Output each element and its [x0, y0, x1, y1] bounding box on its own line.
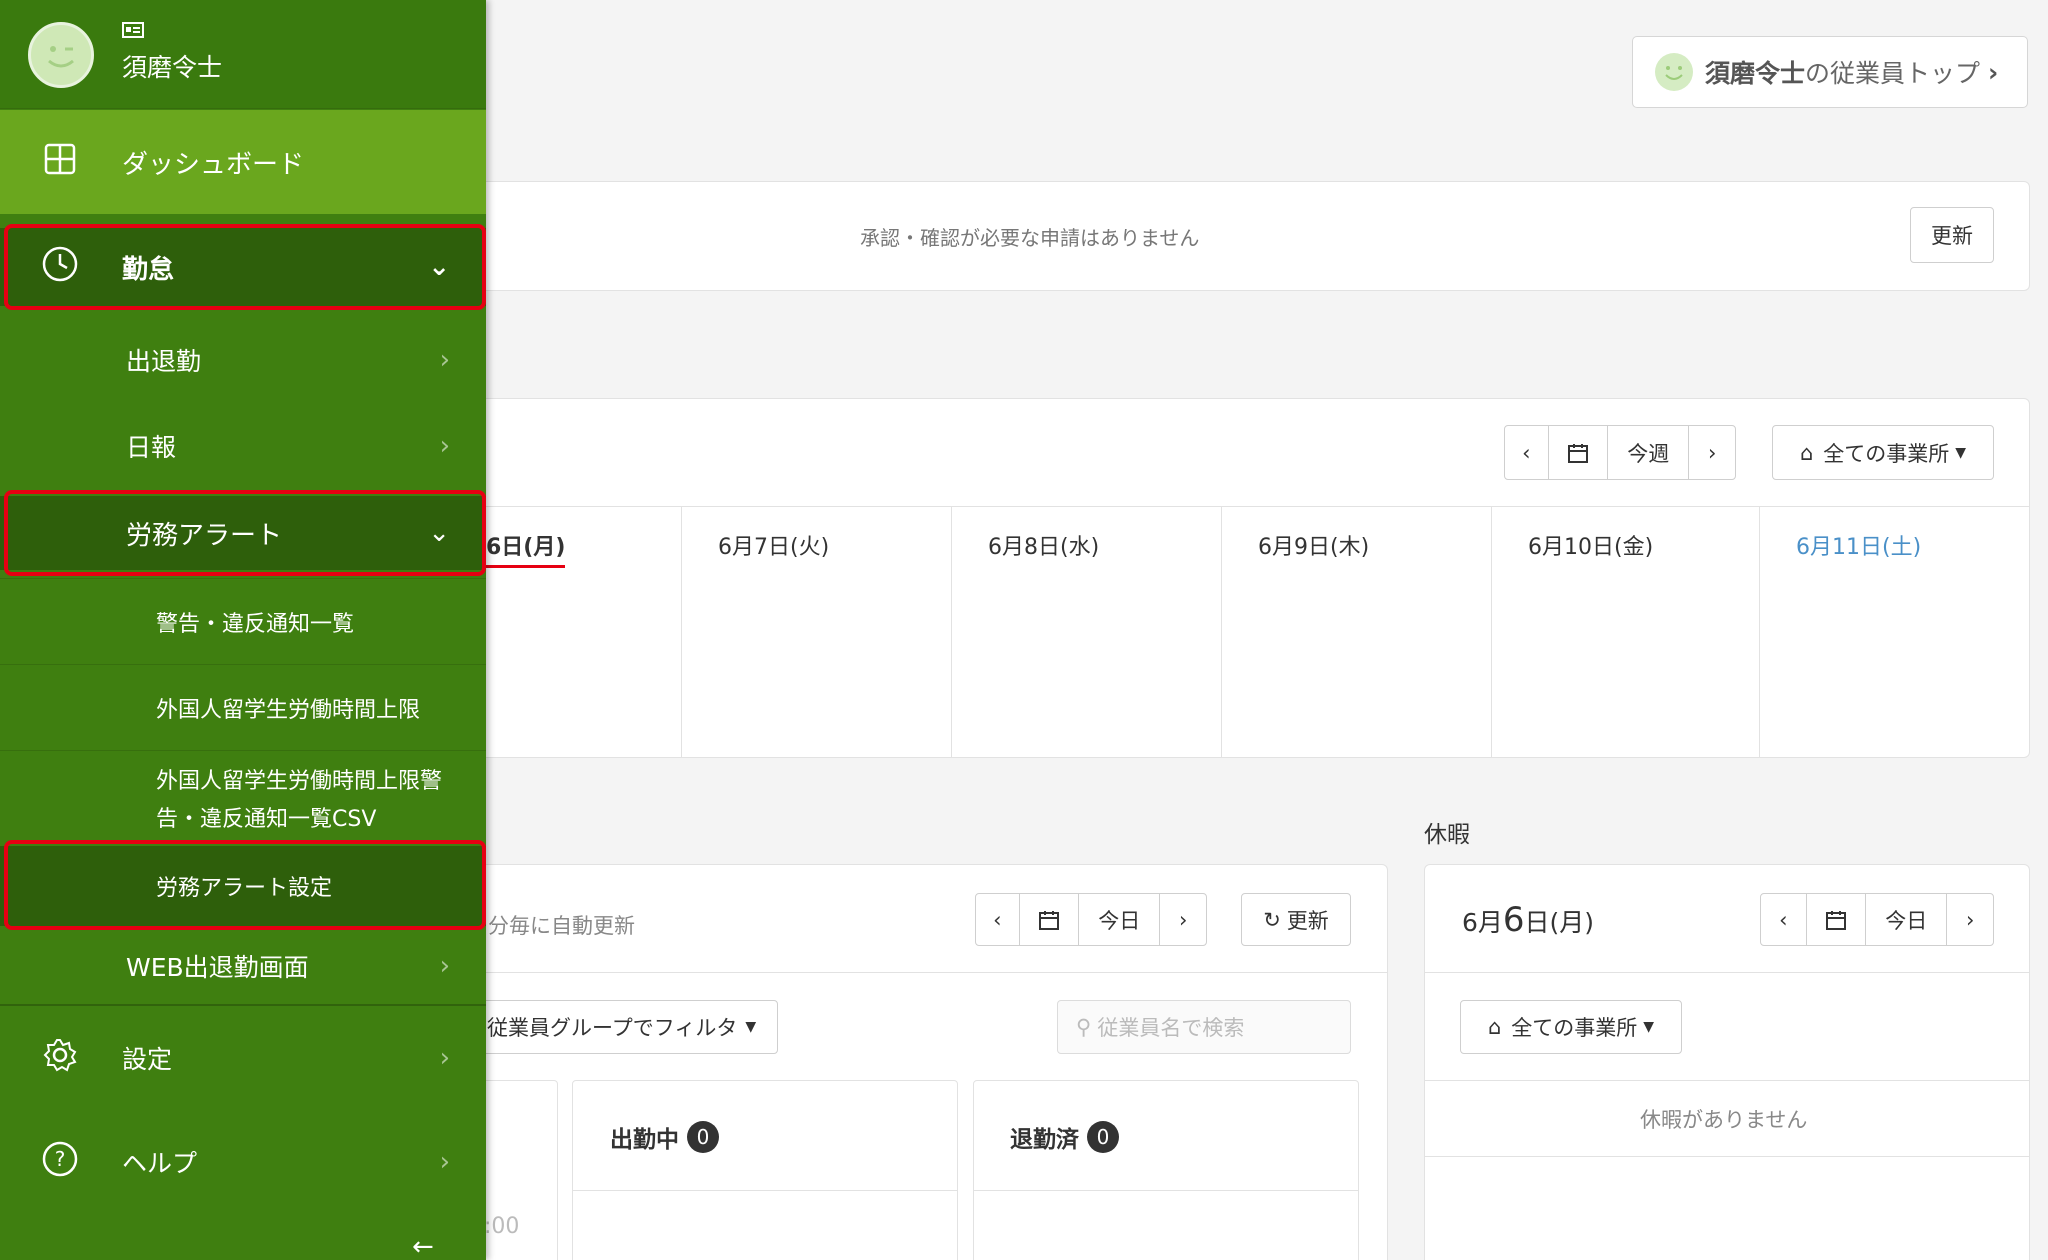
- chevron-right-icon: ›: [1988, 57, 1999, 87]
- caret-down-icon: ▼: [1955, 444, 1967, 461]
- highlight-outline: [4, 224, 486, 310]
- chevron-right-icon: ›: [439, 431, 450, 461]
- next-day-button[interactable]: ›: [1947, 894, 1993, 945]
- divider: [572, 1190, 958, 1191]
- sidebar-item-attendance[interactable]: 出退勤 ›: [0, 320, 486, 400]
- approval-message: 承認・確認が必要な申請はありません: [860, 226, 1200, 250]
- chevron-right-icon: ›: [439, 345, 450, 375]
- sidebar: 須磨令士 ダッシュボード 勤怠 ⌄ 出退勤 › 日報 › 労務アラート ⌄ 警告…: [0, 0, 486, 1260]
- refresh-icon: ↻: [1263, 907, 1281, 932]
- calendar-icon[interactable]: [1807, 894, 1867, 945]
- this-week-button[interactable]: 今週: [1608, 426, 1690, 479]
- sidebar-item-foreign-student-csv[interactable]: 外国人留学生労働時間上限警 告・違反通知一覧CSV: [0, 750, 486, 840]
- prev-week-button[interactable]: ‹: [1505, 426, 1549, 479]
- vacation-empty-message: 休暇がありません: [1640, 1108, 1808, 1132]
- sidebar-item-settings[interactable]: 設定 ›: [0, 1016, 486, 1100]
- auto-refresh-label: 分毎に自動更新: [488, 914, 635, 938]
- employee-top-name: 須磨令士: [1705, 59, 1806, 88]
- calendar-icon[interactable]: [1020, 894, 1080, 945]
- sidebar-item-dashboard[interactable]: ダッシュボード: [0, 110, 486, 214]
- collapse-arrow-icon[interactable]: ←: [412, 1232, 434, 1260]
- calendar-icon[interactable]: [1549, 426, 1609, 479]
- chevron-right-icon: ›: [439, 951, 450, 981]
- employee-group-filter[interactable]: 従業員グループでフィルタ ▼: [470, 1000, 778, 1054]
- smiley-icon: [1655, 53, 1693, 91]
- svg-text:?: ?: [55, 1147, 66, 1171]
- next-week-button[interactable]: ›: [1689, 426, 1735, 479]
- day-column: 6月11日(土): [1759, 507, 2030, 757]
- day-column: 6月8日(水): [951, 507, 1221, 757]
- chevron-right-icon: ›: [439, 1043, 450, 1073]
- highlight-outline: [4, 840, 486, 930]
- sidebar-item-warnings-list[interactable]: 警告・違反通知一覧: [0, 578, 486, 664]
- caret-down-icon: ▼: [745, 1019, 757, 1035]
- week-days: 6日(月) 6月7日(火) 6月8日(水) 6月9日(木) 6月10日(金) 6…: [470, 506, 2030, 757]
- today-button[interactable]: 今日: [1079, 894, 1161, 945]
- home-icon: ⌂: [1799, 440, 1814, 465]
- status-column-left-done: [973, 1080, 1359, 1260]
- left-count-badge: 0: [1087, 1121, 1119, 1153]
- home-icon: ⌂: [1487, 1015, 1502, 1039]
- avatar: [28, 22, 94, 88]
- status-column-working: [572, 1080, 958, 1260]
- search-icon: ⚲: [1076, 1015, 1092, 1039]
- sidebar-item-daily-report[interactable]: 日報 ›: [0, 406, 486, 486]
- help-icon: ?: [42, 1141, 78, 1183]
- divider: [1424, 1080, 2030, 1081]
- dashboard-icon: [44, 143, 76, 182]
- attendance-refresh-button[interactable]: ↻ 更新: [1241, 893, 1351, 946]
- time-fragment: :00: [484, 1214, 520, 1239]
- vacation-date: 6月6日(月): [1462, 900, 1595, 940]
- sidebar-item-web-attendance[interactable]: WEB出退勤画面 ›: [0, 926, 486, 1006]
- divider: [1424, 1156, 2030, 1157]
- working-count-badge: 0: [687, 1121, 719, 1153]
- sidebar-item-foreign-student-limit[interactable]: 外国人留学生労働時間上限: [0, 664, 486, 750]
- vacation-section-title: 休暇: [1424, 822, 1470, 848]
- employee-top-button[interactable]: 須磨令士 の従業員トップ ›: [1632, 36, 2028, 108]
- divider: [1424, 972, 2030, 973]
- sidebar-user-name: 須磨令士: [122, 53, 223, 82]
- employee-top-suffix: の従業員トップ: [1805, 59, 1981, 88]
- week-office-filter[interactable]: ⌂ 全ての事業所 ▼: [1772, 425, 1994, 480]
- sidebar-item-help[interactable]: ? ヘルプ ›: [0, 1120, 486, 1204]
- week-nav: ‹ 今週 ›: [1504, 425, 1736, 480]
- sidebar-user[interactable]: 須磨令士: [0, 0, 486, 108]
- vacation-office-filter[interactable]: ⌂ 全ての事業所 ▼: [1460, 1000, 1682, 1054]
- next-day-button[interactable]: ›: [1160, 894, 1206, 945]
- prev-day-button[interactable]: ‹: [1761, 894, 1807, 945]
- employee-search-input[interactable]: ⚲ 従業員名で検索: [1057, 1000, 1351, 1054]
- prev-day-button[interactable]: ‹: [976, 894, 1020, 945]
- day-nav: ‹ 今日 ›: [975, 893, 1207, 946]
- day-column: 6日(月): [470, 507, 682, 757]
- approval-refresh-button[interactable]: 更新: [1910, 207, 1994, 263]
- working-header: 出勤中 0: [610, 1120, 719, 1154]
- divider: [0, 108, 486, 109]
- divider: [0, 1004, 486, 1006]
- gear-icon: [42, 1037, 78, 1079]
- approval-card: [470, 181, 2030, 291]
- day-column: 6月7日(火): [681, 507, 951, 757]
- divider: [470, 972, 1388, 973]
- divider: [973, 1190, 1359, 1191]
- left-header: 退勤済 0: [1010, 1120, 1119, 1154]
- caret-down-icon: ▼: [1643, 1019, 1655, 1035]
- today-button[interactable]: 今日: [1866, 894, 1948, 945]
- vacation-day-nav: ‹ 今日 ›: [1760, 893, 1994, 946]
- day-column: 6月9日(木): [1221, 507, 1491, 757]
- id-card-icon: [122, 22, 144, 42]
- highlight-outline: [4, 490, 486, 576]
- day-column: 6月10日(金): [1491, 507, 1761, 757]
- chevron-right-icon: ›: [439, 1147, 450, 1177]
